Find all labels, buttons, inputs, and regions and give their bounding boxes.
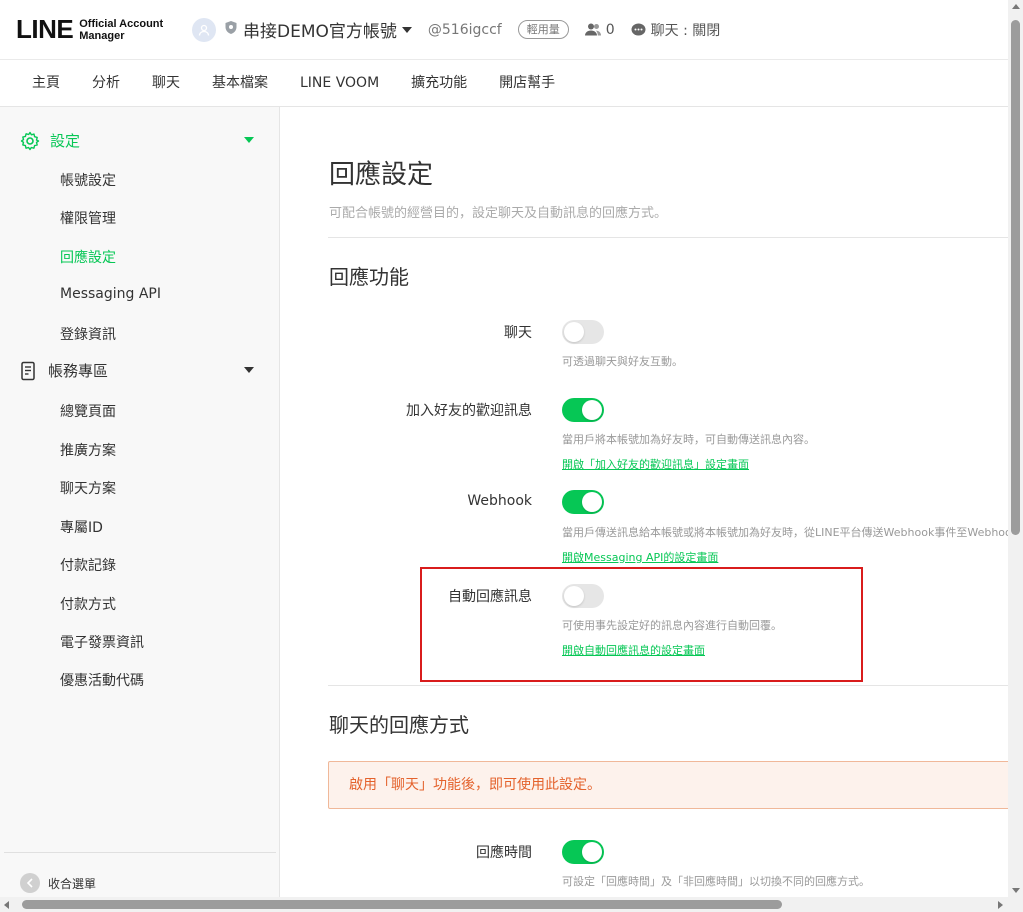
nav-analytics[interactable]: 分析 — [76, 61, 136, 105]
auto-reply-label: 自動回應訊息 — [448, 589, 532, 605]
greeting-message-label: 加入好友的歡迎訊息 — [406, 403, 532, 419]
friend-count[interactable]: 0 — [584, 22, 615, 38]
sidebar: 設定 帳號設定 權限管理 回應設定 Messaging API 登錄資訊 帳務專… — [0, 107, 280, 897]
chat-bubble-icon — [631, 23, 646, 35]
shield-icon — [224, 20, 238, 39]
sidebar-item-overview[interactable]: 總覽頁面 — [60, 401, 116, 421]
horizontal-scrollbar[interactable] — [0, 897, 1023, 912]
sidebar-group-label: 設定 — [50, 132, 81, 150]
sidebar-group-settings[interactable]: 設定 — [20, 130, 256, 151]
section-title-response-features: 回應功能 — [329, 265, 409, 289]
sidebar-item-account-settings[interactable]: 帳號設定 — [60, 170, 116, 190]
nav-shop-helper[interactable]: 開店幫手 — [483, 61, 571, 105]
toggle-knob — [564, 586, 584, 606]
sidebar-item-premium-id[interactable]: 專屬ID — [60, 517, 103, 537]
vertical-scrollbar[interactable] — [1008, 0, 1023, 897]
greeting-message-settings-link[interactable]: 開啟「加入好友的歡迎訊息」設定畫面 — [562, 456, 749, 472]
sidebar-item-e-invoice[interactable]: 電子發票資訊 — [60, 632, 144, 652]
receipt-icon — [21, 361, 35, 380]
account-avatar[interactable] — [192, 17, 216, 42]
top-header: LINE Official Account Manager 串接DEMO官方帳號… — [0, 0, 1008, 60]
messaging-api-settings-link[interactable]: 開啟Messaging API的設定畫面 — [562, 549, 718, 565]
response-time-description: 可設定「回應時間」及「非回應時間」以切換不同的回應方式。 — [562, 875, 870, 888]
main-nav: 主頁 分析 聊天 基本檔案 LINE VOOM 擴充功能 開店幫手 — [0, 60, 1008, 107]
scroll-left-icon[interactable] — [4, 901, 9, 909]
webhook-label: Webhook — [467, 493, 532, 509]
chat-status[interactable]: 聊天 : 關閉 — [631, 20, 720, 40]
toggle-knob — [564, 322, 584, 342]
plan-badge: 輕用量 — [517, 20, 569, 39]
sidebar-item-response-settings[interactable]: 回應設定 — [60, 247, 116, 267]
toggle-knob — [582, 492, 602, 512]
chat-toggle-label: 聊天 — [504, 325, 532, 341]
sidebar-item-payment-history[interactable]: 付款記錄 — [60, 555, 116, 575]
response-time-toggle[interactable] — [562, 840, 604, 864]
auto-reply-toggle[interactable] — [562, 584, 604, 608]
chevron-down-icon — [244, 137, 254, 143]
toggle-knob — [582, 400, 602, 420]
account-id: @516igccf — [427, 21, 502, 38]
collapse-menu-button[interactable]: 收合選單 — [20, 873, 96, 893]
chat-toggle-description: 可透過聊天與好友互動。 — [562, 355, 683, 368]
chevron-left-icon — [20, 873, 40, 893]
friends-icon — [584, 23, 601, 36]
logo-line-text: LINE — [16, 14, 74, 44]
sidebar-item-chat-plan[interactable]: 聊天方案 — [60, 478, 116, 498]
webhook-toggle[interactable] — [562, 490, 604, 514]
scroll-up-icon[interactable] — [1012, 4, 1020, 9]
page-description: 可配合帳號的經營目的，設定聊天及自動訊息的回應方式。 — [329, 206, 668, 221]
page-title: 回應設定 — [329, 160, 434, 190]
horizontal-scroll-thumb[interactable] — [22, 900, 782, 909]
nav-line-voom[interactable]: LINE VOOM — [284, 61, 395, 105]
logo-sub-text: Official Account Manager — [79, 17, 164, 42]
sidebar-divider — [4, 852, 276, 853]
nav-home[interactable]: 主頁 — [16, 61, 76, 105]
sidebar-item-promotion-plan[interactable]: 推廣方案 — [60, 440, 116, 460]
auto-reply-description: 可使用事先設定好的訊息內容進行自動回覆。 — [562, 619, 782, 632]
sidebar-group-billing[interactable]: 帳務專區 — [20, 360, 256, 381]
chat-toggle[interactable] — [562, 320, 604, 344]
response-time-label: 回應時間 — [476, 845, 532, 861]
sidebar-item-permissions[interactable]: 權限管理 — [60, 208, 116, 228]
webhook-description: 當用戶傳送訊息給本帳號或將本帳號加為好友時，從LINE平台傳送Webhook事件… — [562, 526, 1008, 539]
line-oa-logo[interactable]: LINE Official Account Manager — [16, 14, 163, 45]
toggle-knob — [582, 842, 602, 862]
warning-notice: 啟用「聊天」功能後，即可使用此設定。 — [328, 761, 1008, 809]
chevron-down-icon[interactable] — [401, 26, 412, 33]
collapse-menu-label: 收合選單 — [48, 876, 97, 891]
chevron-down-icon — [244, 367, 254, 373]
divider — [328, 237, 1008, 238]
main-content: 回應設定 可配合帳號的經營目的，設定聊天及自動訊息的回應方式。 回應功能 聊天 … — [280, 107, 1008, 897]
section-title-chat-response-mode: 聊天的回應方式 — [329, 713, 469, 737]
sidebar-item-promo-code[interactable]: 優惠活動代碼 — [60, 670, 144, 690]
nav-profile[interactable]: 基本檔案 — [196, 61, 284, 105]
account-switcher: 串接DEMO官方帳號 @516igccf 輕用量 0 聊天 : 關閉 — [192, 17, 720, 42]
greeting-message-description: 當用戶將本帳號加為好友時，可自動傳送訊息內容。 — [562, 433, 815, 446]
account-name[interactable]: 串接DEMO官方帳號 — [243, 17, 397, 42]
scroll-right-icon[interactable] — [998, 901, 1003, 909]
nav-chat[interactable]: 聊天 — [136, 61, 196, 105]
user-icon — [198, 24, 210, 36]
vertical-scroll-thumb[interactable] — [1011, 20, 1020, 535]
divider — [328, 685, 1008, 686]
nav-extensions[interactable]: 擴充功能 — [395, 61, 483, 105]
sidebar-item-messaging-api[interactable]: Messaging API — [60, 286, 161, 302]
gear-icon — [20, 131, 40, 150]
sidebar-item-payment-method[interactable]: 付款方式 — [60, 594, 116, 614]
scroll-down-icon[interactable] — [1012, 888, 1020, 893]
sidebar-group-label: 帳務專區 — [48, 362, 109, 380]
greeting-message-toggle[interactable] — [562, 398, 604, 422]
sidebar-item-registration-info[interactable]: 登錄資訊 — [60, 324, 116, 344]
auto-reply-settings-link[interactable]: 開啟自動回應訊息的設定畫面 — [562, 642, 705, 658]
